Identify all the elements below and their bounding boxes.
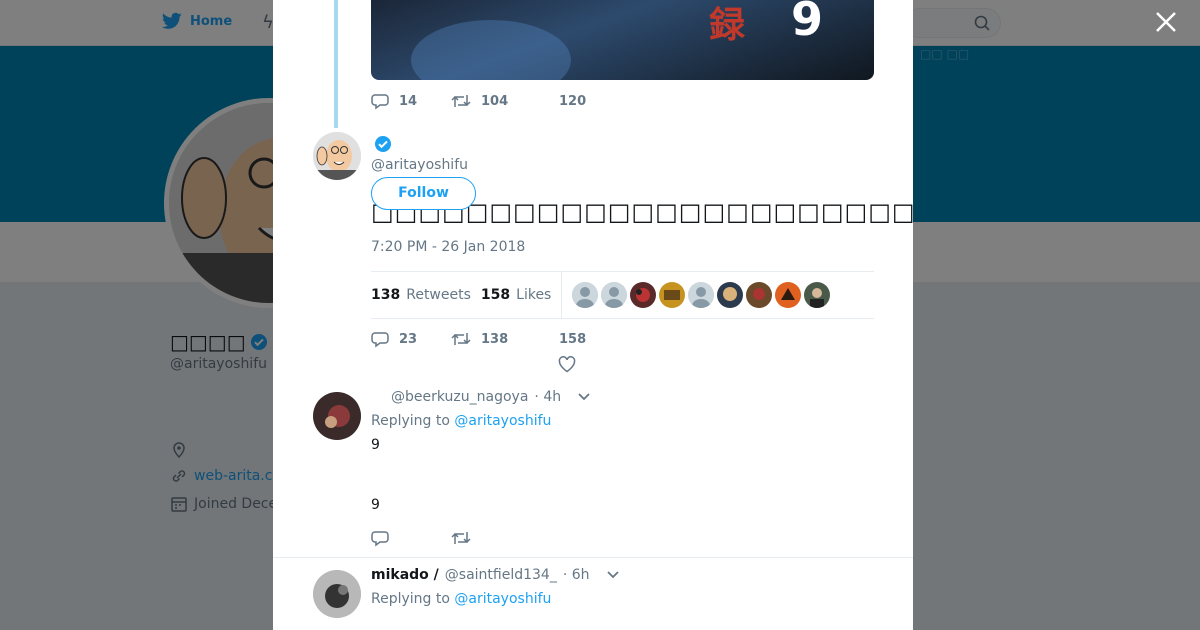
like-count: 158: [559, 331, 587, 347]
reply-button[interactable]: [371, 529, 451, 547]
tweet-modal: 録 9 14 104 120 @aritayoshifu □□□□□□□□□□□…: [273, 0, 913, 630]
likes-stat[interactable]: 158 Likes: [481, 287, 551, 303]
retweets-stat-label: Retweets: [406, 287, 471, 303]
prev-tweet-actions: 14 104 120: [371, 92, 586, 110]
reply-button[interactable]: 23: [371, 330, 451, 348]
reply-header: @beerkuzu_nagoya · 4h: [371, 389, 591, 405]
replying-to-handle[interactable]: @aritayoshifu: [454, 413, 551, 429]
reply-header: mikado / @saintfield134_ · 6h: [371, 567, 620, 583]
liker-photo-icon: [636, 288, 651, 302]
reply-button[interactable]: 14: [371, 92, 451, 110]
thread-connector-line: [334, 0, 338, 128]
liker-avatar[interactable]: [775, 282, 802, 308]
liker-photo-icon: [664, 290, 681, 300]
reply-time[interactable]: · 6h: [563, 567, 590, 583]
replying-to-prefix: Replying to: [371, 591, 450, 607]
likes-stat-label: Likes: [516, 287, 552, 303]
default-avatar-icon: [601, 282, 628, 308]
reply-icon: [371, 94, 389, 110]
retweets-stat-count: 138: [371, 287, 401, 303]
verified-badge-icon: [375, 136, 391, 152]
liker-photo-icon: [753, 288, 766, 300]
retweet-count: 104: [481, 93, 509, 109]
reply-text-line: 9: [371, 497, 380, 513]
close-button[interactable]: [1152, 10, 1180, 38]
liker-photo-icon: [781, 288, 796, 300]
media-text-red: 録: [709, 5, 746, 46]
retweets-stat[interactable]: 138 Retweets: [371, 287, 471, 303]
follow-button[interactable]: Follow: [371, 177, 476, 210]
author-avatar-image: [313, 132, 361, 180]
reply-text-line: 9: [371, 437, 380, 453]
tweet-stats: 138 Retweets 158 Likes: [371, 271, 874, 319]
heart-icon[interactable]: [558, 356, 576, 373]
reply-avatar[interactable]: [313, 570, 361, 618]
reply-author-name[interactable]: mikado /: [371, 567, 439, 583]
chevron-down-icon[interactable]: [577, 392, 591, 402]
reply-avatar-image: [313, 392, 361, 440]
liker-avatar[interactable]: [601, 282, 628, 308]
reply-avatar[interactable]: [313, 392, 361, 440]
retweet-icon: [451, 333, 471, 345]
liker-photo-icon: [723, 287, 738, 301]
main-tweet-actions: 23 138 158: [371, 330, 586, 348]
reply-author-handle[interactable]: @beerkuzu_nagoya: [391, 389, 528, 405]
reply-count: 14: [399, 93, 418, 109]
media-text-white: 9: [791, 0, 824, 46]
reply-icon: [371, 332, 389, 348]
retweet-button[interactable]: 138: [451, 330, 559, 348]
reply-divider: [273, 557, 913, 558]
reply-author-handle[interactable]: @saintfield134_: [445, 567, 557, 583]
retweet-icon: [451, 95, 471, 107]
reply-count: 23: [399, 331, 418, 347]
author-handle[interactable]: @aritayoshifu: [371, 157, 468, 173]
reply-icon: [371, 531, 389, 547]
liker-avatar[interactable]: [659, 282, 686, 308]
reply-avatar-image: [313, 570, 361, 618]
retweet-button[interactable]: [451, 529, 471, 547]
replying-to-handle[interactable]: @aritayoshifu: [454, 591, 551, 607]
liker-avatar[interactable]: [572, 282, 599, 308]
reply-time[interactable]: · 4h: [534, 389, 561, 405]
tweet-timestamp[interactable]: 7:20 PM - 26 Jan 2018: [371, 239, 525, 255]
liker-avatar[interactable]: [746, 282, 773, 308]
close-icon: [1156, 12, 1176, 32]
media-shape: [411, 20, 571, 80]
liker-avatar[interactable]: [688, 282, 715, 308]
retweet-count: 138: [481, 331, 509, 347]
liker-avatar[interactable]: [804, 282, 831, 308]
replying-to: Replying to @aritayoshifu: [371, 591, 551, 607]
default-avatar-icon: [572, 282, 599, 308]
likes-stat-count: 158: [480, 287, 511, 303]
retweet-icon: [451, 532, 471, 544]
replying-to-prefix: Replying to: [371, 413, 450, 429]
chevron-down-icon[interactable]: [606, 570, 620, 580]
liker-photo-icon: [810, 288, 825, 308]
likers-avatars: [572, 282, 831, 308]
liker-avatar[interactable]: [717, 282, 744, 308]
author-avatar[interactable]: [313, 132, 361, 180]
tweet-media-image[interactable]: 録 9: [371, 0, 874, 80]
like-button[interactable]: 120: [559, 94, 586, 109]
default-avatar-icon: [688, 282, 715, 308]
reply-actions: [371, 529, 471, 547]
liker-avatar[interactable]: [630, 282, 657, 308]
like-button[interactable]: 158: [559, 332, 586, 347]
stats-divider: [561, 271, 563, 319]
like-count: 120: [559, 93, 587, 109]
retweet-button[interactable]: 104: [451, 92, 559, 110]
replying-to: Replying to @aritayoshifu: [371, 413, 551, 429]
